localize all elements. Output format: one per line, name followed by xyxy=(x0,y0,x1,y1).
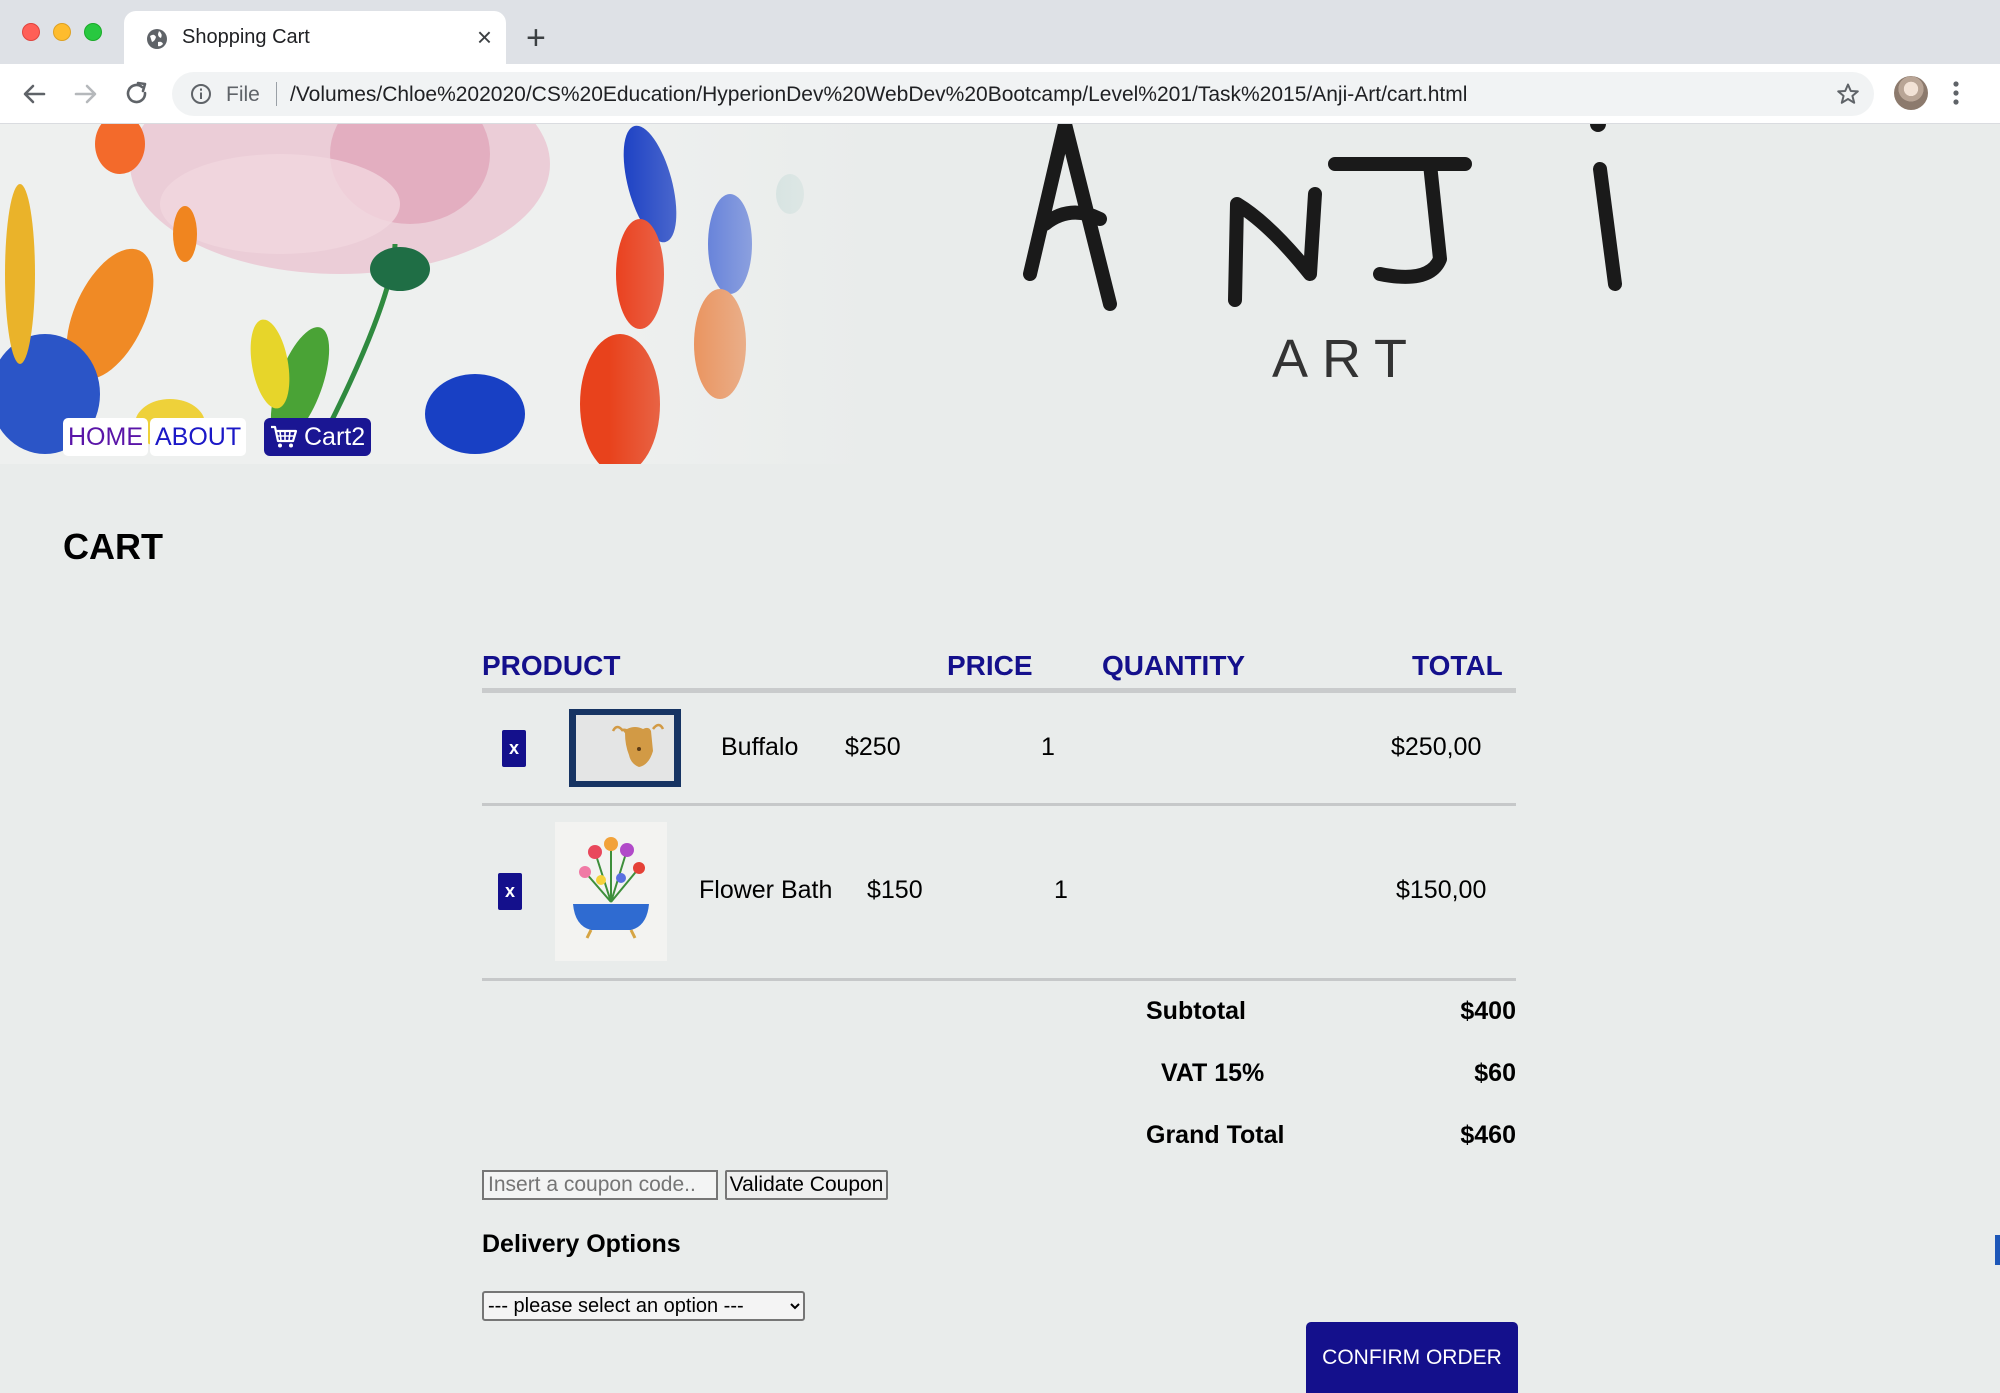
delivery-options-select[interactable]: --- please select an option --- xyxy=(482,1291,805,1321)
coupon-code-input[interactable] xyxy=(482,1170,718,1200)
column-header-price: PRICE xyxy=(947,650,1033,681)
product-price: $250 xyxy=(845,733,901,761)
browser-tab-strip: Shopping Cart × + xyxy=(0,0,2000,64)
product-thumbnail-flower-bath[interactable] xyxy=(555,822,667,961)
validate-coupon-button[interactable]: Validate Coupon xyxy=(725,1170,888,1200)
window-close-button[interactable] xyxy=(22,23,40,41)
remove-item-button[interactable]: x xyxy=(498,873,522,910)
nav-home-link[interactable]: HOME xyxy=(63,418,148,456)
site-header: ART HOME ABOUT Cart2 xyxy=(0,124,2000,464)
subtotal-label: Subtotal xyxy=(1146,997,1246,1025)
page-title: CART xyxy=(63,526,163,567)
info-icon[interactable] xyxy=(190,83,212,105)
back-arrow-icon[interactable] xyxy=(20,80,48,108)
shopping-cart-icon xyxy=(271,425,298,448)
product-quantity: 1 xyxy=(1041,733,1055,761)
browser-toolbar: File /Volumes/Chloe%202020/CS%20Educatio… xyxy=(0,64,2000,124)
logo-subtext: ART xyxy=(1272,329,1421,389)
row-divider xyxy=(482,803,1516,806)
anji-art-logo: ART xyxy=(1023,124,1622,389)
product-quantity: 1 xyxy=(1054,876,1068,904)
product-thumbnail-buffalo[interactable] xyxy=(569,709,681,787)
grand-total-value: $460 xyxy=(1460,1121,1516,1149)
window-maximize-button[interactable] xyxy=(84,23,102,41)
vat-label: VAT 15% xyxy=(1161,1059,1265,1087)
tab-title: Shopping Cart xyxy=(182,26,310,48)
profile-avatar[interactable] xyxy=(1894,76,1928,110)
vat-value: $60 xyxy=(1474,1059,1516,1087)
browser-tab-active[interactable]: Shopping Cart × xyxy=(124,11,506,64)
column-header-total: TOTAL xyxy=(1412,650,1503,681)
file-scheme-label: File xyxy=(226,83,260,106)
reload-icon[interactable] xyxy=(123,80,151,108)
nav-about-link[interactable]: ABOUT xyxy=(150,418,247,456)
new-tab-button[interactable]: + xyxy=(526,18,546,58)
bookmark-star-icon[interactable] xyxy=(1836,82,1860,106)
product-price: $150 xyxy=(867,876,923,904)
watercolor-flowers-banner xyxy=(0,124,870,464)
browser-menu-icon[interactable] xyxy=(1952,80,1960,106)
column-header-quantity: QUANTITY xyxy=(1102,650,1246,681)
product-name: Buffalo xyxy=(721,733,799,761)
column-header-product: PRODUCT xyxy=(482,650,621,681)
confirm-order-button[interactable]: CONFIRM ORDER xyxy=(1306,1322,1518,1393)
header-divider xyxy=(482,688,1516,693)
product-total: $250,00 xyxy=(1391,733,1482,761)
subtotal-value: $400 xyxy=(1460,997,1516,1025)
delivery-options-title: Delivery Options xyxy=(482,1230,681,1258)
grand-total-label: Grand Total xyxy=(1146,1121,1285,1149)
nav-cart-link[interactable]: Cart2 xyxy=(264,418,372,456)
forward-arrow-icon[interactable] xyxy=(72,80,100,108)
url-text[interactable]: /Volumes/Chloe%202020/CS%20Education/Hyp… xyxy=(290,83,1467,107)
globe-icon xyxy=(147,29,167,49)
tab-close-icon[interactable]: × xyxy=(477,22,492,52)
address-separator xyxy=(276,82,277,106)
address-bar[interactable]: File /Volumes/Chloe%202020/CS%20Educatio… xyxy=(172,72,1874,116)
product-total: $150,00 xyxy=(1396,876,1487,904)
window-minimize-button[interactable] xyxy=(53,23,71,41)
nav-cart-label: Cart2 xyxy=(304,423,366,451)
scrollbar-thumb[interactable] xyxy=(1995,1235,2000,1265)
row-divider xyxy=(482,978,1516,981)
product-name: Flower Bath xyxy=(699,876,833,904)
remove-item-button[interactable]: x xyxy=(502,730,526,767)
